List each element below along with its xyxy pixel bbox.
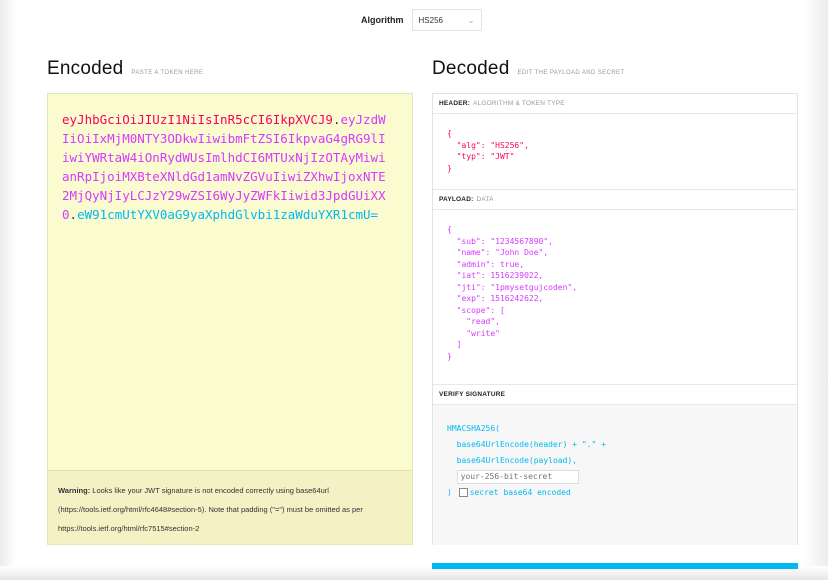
algorithm-selected-value: HS256	[418, 15, 443, 25]
token-payload-part: eyJzdWIiOiIxMjM0NTY3ODkwIiwibmFtZSI6Ikpv…	[62, 112, 386, 222]
header-section-sublabel: ALGORITHM & TOKEN TYPE	[473, 100, 565, 107]
encoded-heading: Encoded PASTE A TOKEN HERE	[47, 58, 203, 80]
token-separator: .	[69, 207, 78, 222]
decoded-title: Decoded	[432, 58, 510, 79]
payload-section-sublabel: DATA	[476, 196, 494, 203]
window-shadow-left	[0, 0, 16, 580]
secret-input[interactable]	[456, 469, 579, 484]
secret-base64-checkbox[interactable]	[458, 488, 468, 497]
sig-func-line: HMACSHA256(	[447, 424, 500, 433]
signature-section-label: VERIFY SIGNATURE	[439, 391, 506, 398]
algorithm-select[interactable]: HS256 ⌄	[411, 9, 482, 31]
sig-close-paren: )	[447, 488, 452, 497]
payload-json-editor[interactable]: { "sub": "1234567890", "name": "John Doe…	[433, 210, 797, 385]
payload-section-title: PAYLOAD: DATA	[433, 190, 797, 210]
warning-text: Looks like your JWT signature is not enc…	[58, 486, 363, 533]
share-button-edge[interactable]	[432, 563, 798, 569]
chevron-down-icon: ⌄	[467, 15, 475, 25]
algorithm-label: Algorithm	[361, 15, 404, 25]
decoded-heading: Decoded EDIT THE PAYLOAD AND SECRET	[432, 58, 625, 80]
warning-label: Warning:	[58, 486, 91, 495]
signature-verify-block: HMACSHA256( base64UrlEncode(header) + ".…	[433, 405, 797, 545]
header-section-title: HEADER: ALGORITHM & TOKEN TYPE	[433, 94, 797, 114]
header-json-editor[interactable]: { "alg": "HS256", "typ": "JWT" }	[433, 114, 797, 190]
header-section-label: HEADER:	[439, 100, 471, 107]
sig-header-line: base64UrlEncode(header) + "." +	[447, 440, 606, 449]
token-header-part: eyJhbGciOiJIUzI1NiIsInR5cCI6IkpXVCJ9	[62, 112, 333, 127]
jwt-debugger-page: Algorithm HS256 ⌄ Encoded PASTE A TOKEN …	[0, 0, 828, 580]
encoded-token-editor[interactable]: eyJhbGciOiJIUzI1NiIsInR5cCI6IkpXVCJ9.eyJ…	[47, 93, 413, 545]
token-signature-part: eW91cmUtYXV0aG9yaXphdGlvbi1zaWduYXR1cmU=	[77, 207, 379, 222]
signature-warning: Warning: Looks like your JWT signature i…	[48, 470, 412, 544]
decoded-subtitle: EDIT THE PAYLOAD AND SECRET	[517, 70, 625, 76]
signature-section-title: VERIFY SIGNATURE	[433, 385, 797, 405]
encoded-title: Encoded	[47, 58, 124, 79]
algorithm-row: Algorithm HS256 ⌄	[361, 8, 482, 32]
sig-payload-line: base64UrlEncode(payload),	[447, 456, 578, 465]
payload-section-label: PAYLOAD:	[439, 196, 474, 203]
encoded-subtitle: PASTE A TOKEN HERE	[131, 70, 204, 76]
window-shadow-right	[804, 0, 828, 580]
secret-base64-label: secret base64 encoded	[469, 488, 571, 497]
encoded-token-text[interactable]: eyJhbGciOiJIUzI1NiIsInR5cCI6IkpXVCJ9.eyJ…	[62, 110, 392, 224]
decoded-panel: HEADER: ALGORITHM & TOKEN TYPE { "alg": …	[432, 93, 798, 545]
